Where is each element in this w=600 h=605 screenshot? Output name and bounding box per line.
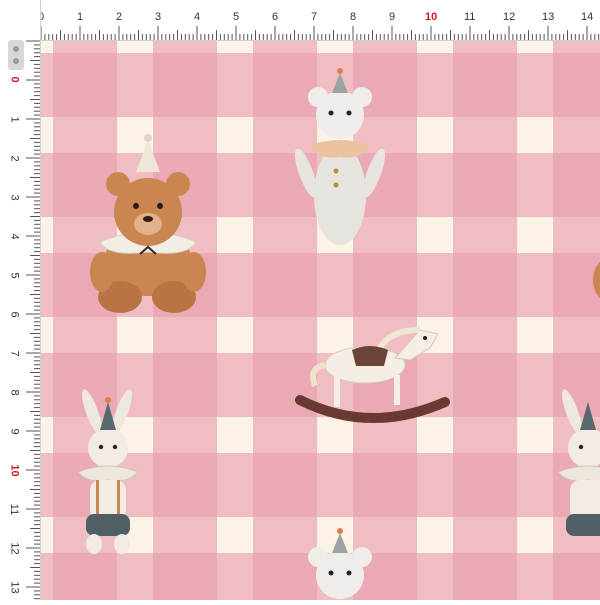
clip-dot bbox=[13, 46, 19, 52]
ruler-left-label: 6 bbox=[8, 311, 21, 318]
ruler-top-label: 9 bbox=[389, 11, 396, 23]
ruler-left-label: 1 bbox=[8, 116, 21, 123]
ruler-top-label: 11 bbox=[464, 11, 476, 23]
teddy-bear-motif-right bbox=[593, 261, 600, 299]
ruler-left-label: 2 bbox=[8, 155, 21, 162]
ruler-top-label: 12 bbox=[503, 11, 516, 23]
stuffed-bunny-motif-right bbox=[557, 389, 600, 536]
ruler-left: 0 1 2 3 4 5 6 7 8 9 10 11 12 13 bbox=[0, 0, 41, 600]
ruler-top-label: 2 bbox=[116, 11, 123, 23]
fabric-motifs bbox=[77, 68, 600, 599]
ruler-top-label: 6 bbox=[272, 11, 279, 23]
ruler-left-label: 12 bbox=[8, 542, 21, 555]
ruler-left-label: 11 bbox=[8, 503, 21, 516]
ruler-top-label: 4 bbox=[194, 11, 201, 23]
ruler-top: 0 1 2 3 4 5 6 7 8 9 10 11 12 13 14 bbox=[0, 0, 600, 41]
ruler-clip bbox=[8, 40, 24, 70]
rocking-horse-motif bbox=[295, 327, 450, 423]
ruler-left-label: 8 bbox=[8, 389, 21, 396]
ruler-left-label: 4 bbox=[8, 233, 21, 240]
ruler-left-label: 5 bbox=[8, 272, 21, 279]
ruler-left-label-zero: 0 bbox=[8, 76, 21, 83]
ruler-left-label: 7 bbox=[8, 350, 21, 357]
fabric-swatch bbox=[40, 40, 600, 600]
ruler-corner bbox=[0, 0, 40, 40]
teddy-bear-motif bbox=[90, 134, 206, 313]
ruler-left-label: 3 bbox=[8, 194, 21, 201]
ruler-top-label: 7 bbox=[311, 11, 318, 23]
ruler-left-label-highlight: 10 bbox=[8, 464, 21, 477]
ruler-top-label: 13 bbox=[542, 11, 555, 23]
ruler-top-label-highlight: 10 bbox=[425, 11, 438, 23]
stuffed-mouse-motif-bottom bbox=[308, 528, 372, 599]
stuffed-bunny-motif bbox=[77, 389, 139, 554]
stuffed-mouse-motif bbox=[294, 68, 386, 245]
ruler-top-label: 1 bbox=[77, 11, 84, 23]
ruler-top-label: 3 bbox=[155, 11, 162, 23]
ruler-top-label: 5 bbox=[233, 11, 240, 23]
ruler-left-label: 13 bbox=[8, 581, 21, 594]
ruler-top-label: 8 bbox=[350, 11, 357, 23]
ruler-left-label: 9 bbox=[8, 428, 21, 435]
clip-dot bbox=[13, 58, 19, 64]
ruler-top-label: 14 bbox=[581, 11, 594, 23]
fabric-preview-page: 0 1 2 3 4 5 6 7 8 9 10 11 12 13 14 0 1 2… bbox=[0, 0, 600, 600]
